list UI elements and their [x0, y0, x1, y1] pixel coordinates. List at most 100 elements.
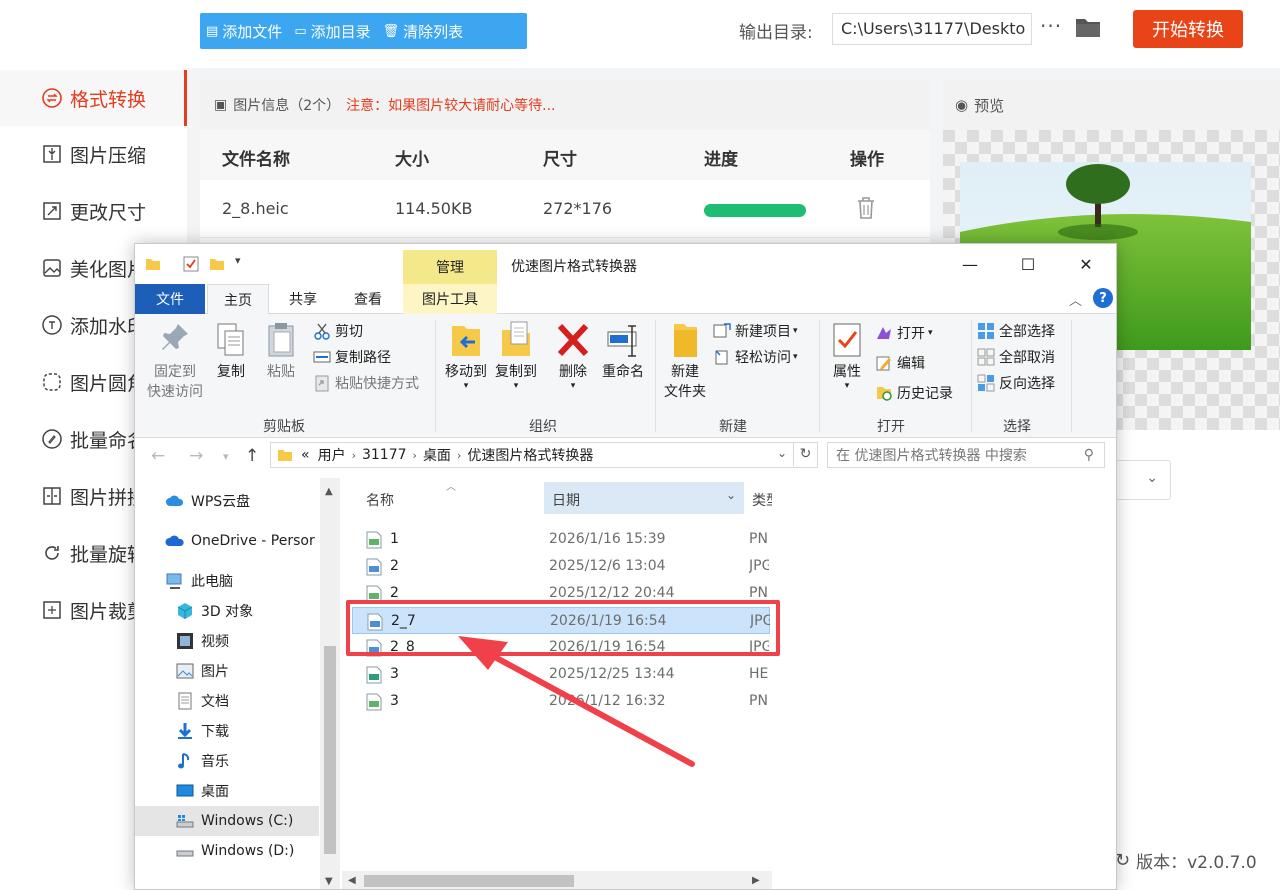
forward-arrow-icon[interactable]: → — [189, 446, 203, 466]
nav-item-desktop[interactable]: 桌面 — [175, 776, 229, 806]
history-button[interactable]: 历史记录 — [875, 382, 953, 404]
nav-label: OneDrive - Persor — [191, 533, 315, 549]
file-scroll-thumb[interactable] — [364, 875, 574, 887]
file-horizontal-scrollbar[interactable]: ◀ ▶ — [342, 871, 772, 889]
col-date-header[interactable]: 日期 ⌄ — [544, 482, 744, 514]
back-arrow-icon[interactable]: ← — [151, 446, 165, 466]
nav-item-3d-objects[interactable]: 3D 对象 — [175, 596, 253, 626]
pin-quick-access-button[interactable]: 固定到 快速访问 — [143, 320, 207, 402]
eye-icon: ◉ — [955, 96, 969, 114]
tab-picture-tools[interactable]: 图片工具 — [403, 284, 497, 314]
preview-header: ◉ 预览 — [943, 80, 1280, 130]
properties-button[interactable]: 属性 ▾ — [825, 320, 869, 391]
sidebar-item-label: 更改尺寸 — [70, 201, 147, 224]
output-path-input[interactable]: C:\Users\31177\Deskto — [832, 13, 1032, 45]
output-dir-label: 输出目录: — [739, 23, 813, 43]
paste-shortcut-button[interactable]: 粘贴快捷方式 — [313, 372, 419, 394]
start-convert-button[interactable]: 开始转换 — [1133, 10, 1243, 48]
easy-access-button[interactable]: 轻松访问 ▾ — [713, 346, 798, 368]
new-folder-button[interactable]: 新建 文件夹 — [659, 320, 711, 402]
col-type[interactable]: 类型 — [752, 490, 772, 510]
scroll-down-icon[interactable]: ▼ — [325, 876, 333, 887]
nav-item-wps-cloud[interactable]: WPS云盘 — [165, 486, 250, 516]
rotate-icon — [40, 541, 64, 565]
paste-button[interactable]: 粘贴 — [263, 320, 299, 382]
breadcrumb-desktop[interactable]: 桌面 — [423, 445, 451, 465]
list-item[interactable]: 1 2026/1/16 15:39 PN — [352, 526, 770, 553]
move-to-button[interactable]: 移动到 ▾ — [441, 320, 491, 391]
maximize-icon[interactable]: ☐ — [1005, 252, 1051, 276]
nav-item-onedrive[interactable]: OneDrive - Persor — [165, 526, 315, 556]
delete-row-icon[interactable] — [856, 196, 876, 220]
help-icon[interactable]: ? — [1093, 288, 1113, 308]
search-input[interactable]: 在 优速图片格式转换器 中搜索 ⚲ — [827, 442, 1105, 468]
new-item-button[interactable]: 新建项目 ▾ — [713, 320, 798, 342]
copy-to-button[interactable]: 复制到 ▾ — [491, 320, 541, 391]
edit-button[interactable]: 编辑 — [875, 352, 925, 374]
open-button[interactable]: 打开 ▾ — [875, 322, 933, 344]
easy-access-label: 轻松访问 — [735, 350, 791, 366]
list-item[interactable]: 2 2025/12/6 13:04 JPG — [352, 553, 770, 580]
table-row[interactable]: 2_8.heic 114.50KB 272*176 — [200, 180, 930, 238]
more-button[interactable]: ··· — [1040, 14, 1062, 38]
swap-circle-icon — [40, 86, 64, 110]
nav-item-pictures[interactable]: 图片 — [175, 656, 229, 686]
select-none-button[interactable]: 全部取消 — [977, 346, 1055, 368]
nav-item-music[interactable]: 音乐 — [175, 746, 229, 776]
scroll-left-icon[interactable]: ◀ — [348, 875, 356, 886]
nav-item-downloads[interactable]: 下载 — [175, 716, 229, 746]
new-folder-qa-icon[interactable] — [209, 256, 225, 272]
col-name[interactable]: 名称 — [366, 490, 394, 510]
pin-label-1: 固定到 — [154, 364, 196, 380]
collapse-ribbon-icon[interactable]: ︿ — [1069, 290, 1082, 309]
invert-selection-label: 反向选择 — [999, 376, 1055, 392]
chevron-right-icon: › — [412, 448, 417, 462]
sidebar-item-format-convert[interactable]: 格式转换 — [0, 70, 187, 126]
nav-item-drive-d[interactable]: Windows (D:) — [175, 836, 294, 866]
sidebar-item-resize[interactable]: 更改尺寸 — [0, 183, 187, 239]
nav-item-videos[interactable]: 视频 — [175, 626, 229, 656]
sidebar-item-compress[interactable]: 图片压缩 — [0, 126, 187, 182]
properties-check-icon[interactable] — [183, 256, 199, 272]
cut-button[interactable]: 剪切 — [313, 320, 363, 342]
tab-home[interactable]: 主页 — [207, 284, 269, 315]
scroll-right-icon[interactable]: ▶ — [752, 875, 760, 886]
delete-button[interactable]: 删除 ▾ — [553, 320, 593, 391]
nav-scroll-thumb[interactable] — [324, 646, 336, 854]
copy-path-button[interactable]: 复制路径 — [313, 346, 391, 368]
minimize-icon[interactable]: — — [947, 252, 993, 276]
version-text: 版本：v2.0.7.0 — [1136, 853, 1257, 873]
address-dropdown-icon[interactable]: ⌄ — [777, 446, 787, 460]
nav-item-documents[interactable]: 文档 — [175, 686, 229, 716]
add-file-button[interactable]: ▤ 添加文件 — [200, 13, 288, 49]
new-folder-icon — [674, 324, 697, 357]
up-arrow-icon[interactable]: ↑ — [245, 446, 259, 466]
nav-item-drive-c[interactable]: Windows (C:) — [135, 806, 319, 836]
refresh-icon[interactable]: ↻ — [793, 442, 817, 466]
scroll-up-icon[interactable]: ▲ — [325, 486, 333, 497]
open-folder-icon[interactable] — [1075, 16, 1101, 38]
tab-view[interactable]: 查看 — [339, 284, 397, 314]
copy-button[interactable]: 复制 — [213, 320, 249, 382]
close-icon[interactable]: ✕ — [1063, 252, 1109, 276]
manage-tab[interactable]: 管理 — [403, 250, 497, 284]
window-title: 优速图片格式转换器 — [511, 259, 637, 275]
breadcrumb-app-folder[interactable]: 优速图片格式转换器 — [467, 445, 593, 465]
group-divider — [435, 320, 436, 432]
qa-dropdown-icon[interactable]: ▾ — [235, 254, 241, 267]
rename-button[interactable]: 重命名 — [599, 320, 647, 382]
clear-list-button[interactable]: 🗑 清除列表 — [377, 13, 470, 49]
add-dir-button[interactable]: ▭ 添加目录 — [288, 13, 376, 49]
invert-selection-button[interactable]: 反向选择 — [977, 372, 1055, 394]
address-bar[interactable]: « 用户 › 31177 › 桌面 › 优速图片格式转换器 ⌄ — [270, 442, 818, 468]
recent-dropdown-icon[interactable]: ▾ — [223, 450, 229, 463]
breadcrumb-users[interactable]: 用户 — [318, 445, 346, 465]
select-all-button[interactable]: 全部选择 — [977, 320, 1055, 342]
breadcrumb-user[interactable]: 31177 — [362, 447, 407, 463]
tab-file[interactable]: 文件 — [135, 284, 205, 314]
nav-item-this-pc[interactable]: 此电脑 — [165, 566, 233, 596]
col-progress: 进度 — [704, 150, 738, 170]
nav-label: 下载 — [201, 724, 229, 740]
tab-share[interactable]: 共享 — [275, 284, 331, 314]
chevron-right-icon: › — [456, 448, 462, 462]
